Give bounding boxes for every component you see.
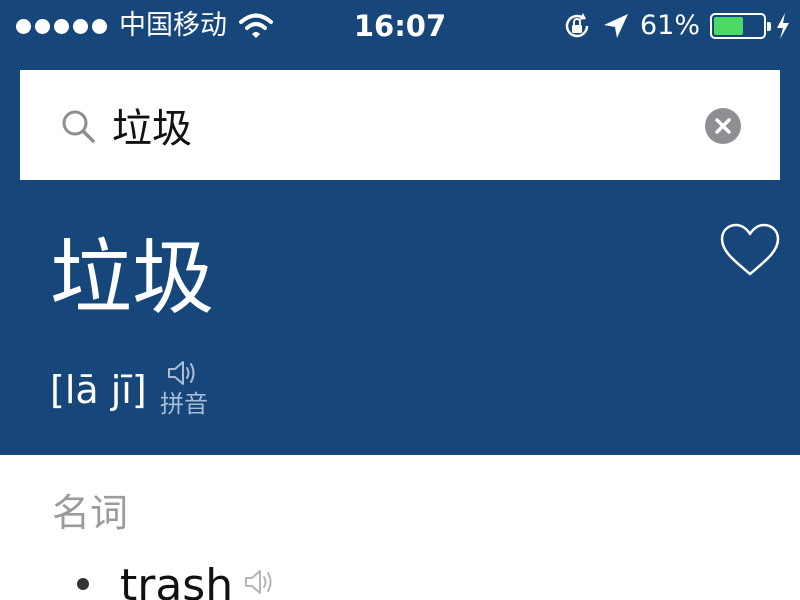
heart-icon[interactable]	[718, 222, 782, 278]
clear-icon	[715, 118, 731, 134]
battery-icon	[710, 13, 771, 39]
status-right: 61%	[562, 8, 790, 44]
dictionary-screen: 中国移动 16:07 61% 垃圾 垃圾 [lā jī] 拼音 名词 trash	[0, 0, 800, 600]
battery-percentage: 61%	[639, 10, 700, 41]
definition-list-item: trash	[0, 552, 800, 600]
search-input[interactable]	[112, 94, 672, 156]
clear-search-button[interactable]	[705, 108, 741, 144]
orientation-lock-icon	[565, 13, 589, 38]
list-bullet	[77, 578, 89, 590]
pinyin-label: 拼音	[160, 390, 208, 418]
search-bar[interactable]	[20, 70, 780, 180]
battery-level-fill	[714, 17, 744, 35]
charging-bolt-icon	[777, 13, 789, 39]
definition-text: trash	[120, 560, 234, 600]
status-bar: 中国移动 16:07 61%	[0, 0, 800, 52]
speaker-icon[interactable]	[243, 566, 275, 598]
search-icon	[62, 110, 95, 143]
pinyin-audio-button[interactable]: 拼音	[160, 357, 216, 423]
part-of-speech-label: 名词	[52, 491, 129, 535]
battery-nub	[767, 22, 771, 31]
location-arrow-icon	[603, 14, 628, 38]
speaker-icon	[168, 361, 195, 385]
headword: 垃圾	[50, 231, 215, 326]
pinyin-text: [lā jī]	[50, 368, 147, 412]
